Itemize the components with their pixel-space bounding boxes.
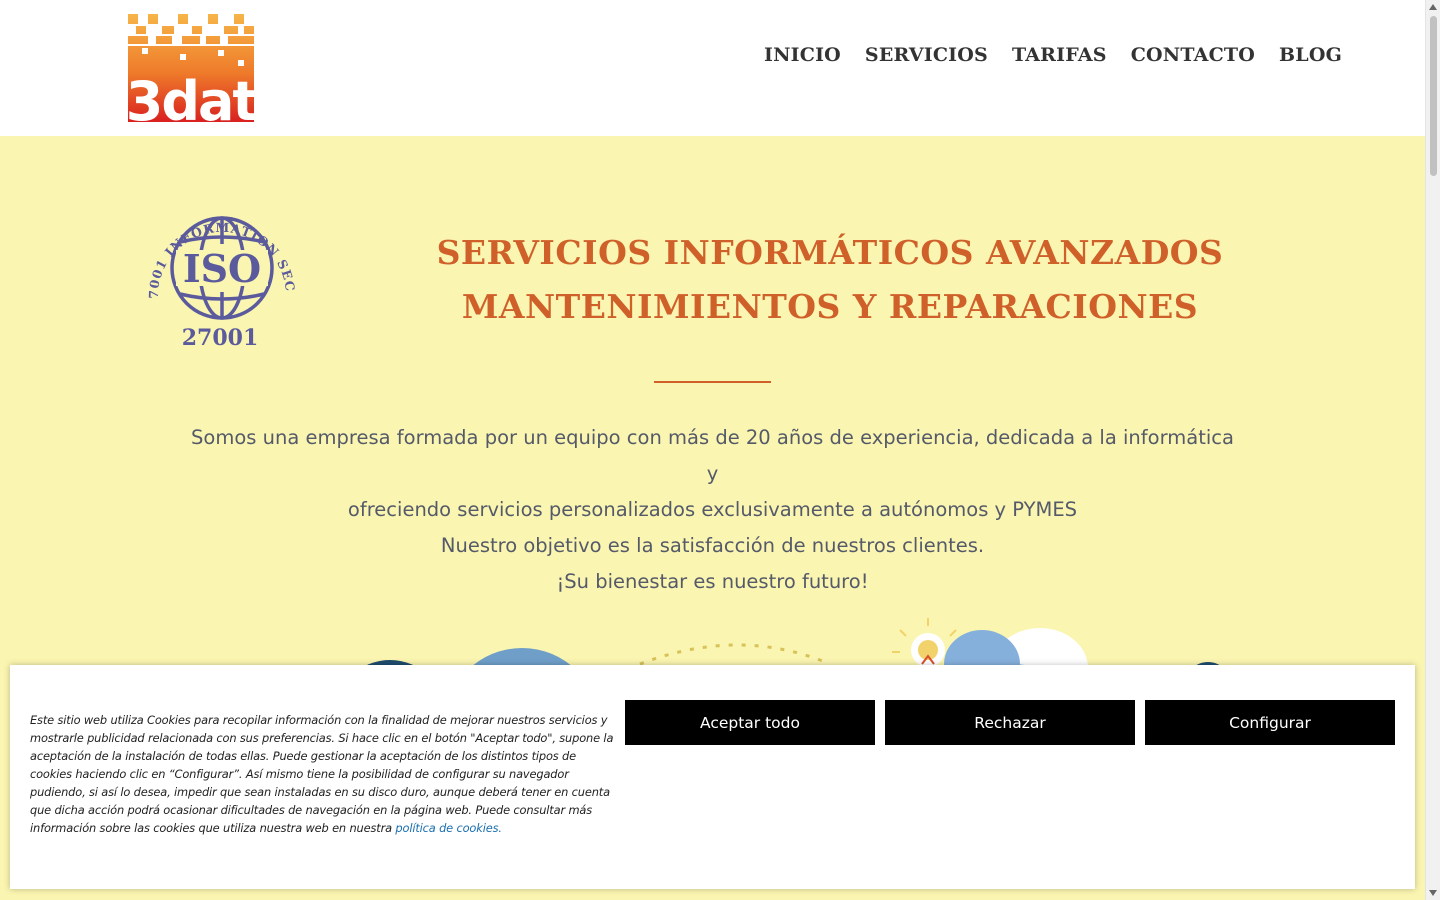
headline-divider <box>654 381 771 383</box>
headline-line-1: SERVICIOS INFORMÁTICOS AVANZADOS <box>436 233 1224 272</box>
configure-button[interactable]: Configurar <box>1145 700 1395 745</box>
iso-center-text: ISO <box>183 246 261 291</box>
accept-all-button[interactable]: Aceptar todo <box>625 700 875 745</box>
scroll-up-arrow-icon[interactable] <box>1429 4 1437 10</box>
cookie-notice-body: Este sitio web utiliza Cookies para reco… <box>30 713 614 835</box>
nav-tarifas[interactable]: TARIFAS <box>1012 44 1107 66</box>
scroll-down-arrow-icon[interactable] <box>1429 890 1437 896</box>
dotted-arc <box>639 643 831 666</box>
site-header: 3dat INICIO SERVICIOS TARIFAS CONTACTO B… <box>0 0 1425 136</box>
intro-paragraph: Somos una empresa formada por un equipo … <box>190 420 1235 600</box>
cookie-banner: Este sitio web utiliza Cookies para reco… <box>10 665 1415 889</box>
iso-27001-badge: ISO 27001 INFORMATION SECURITY ISO 27001 <box>146 192 297 351</box>
nav-contacto[interactable]: CONTACTO <box>1131 44 1255 66</box>
intro-line: ofreciendo servicios personalizados excl… <box>347 498 1078 521</box>
intro-line: ¡Su bienestar es nuestro futuro! <box>556 570 869 593</box>
page-title: SERVICIOS INFORMÁTICOS AVANZADOS MANTENI… <box>430 226 1230 334</box>
logo-text: 3dat <box>128 70 254 122</box>
iso-number: 27001 <box>182 325 259 351</box>
logo-3dat[interactable]: 3dat <box>128 14 254 122</box>
headline-line-2: MANTENIMIENTOS Y REPARACIONES <box>461 287 1199 326</box>
scrollbar-thumb[interactable] <box>1430 16 1437 176</box>
scrollbar[interactable] <box>1425 0 1440 900</box>
reject-button[interactable]: Rechazar <box>885 700 1135 745</box>
main-nav: INICIO SERVICIOS TARIFAS CONTACTO BLOG <box>764 44 1342 66</box>
intro-line: Nuestro objetivo es la satisfacción de n… <box>440 534 985 557</box>
cookie-policy-link[interactable]: política de cookies. <box>395 821 502 835</box>
nav-blog[interactable]: BLOG <box>1279 44 1342 66</box>
nav-inicio[interactable]: INICIO <box>764 44 841 66</box>
nav-servicios[interactable]: SERVICIOS <box>865 44 988 66</box>
intro-line: Somos una empresa formada por un equipo … <box>191 426 1234 485</box>
cookie-notice-text: Este sitio web utiliza Cookies para reco… <box>30 711 615 837</box>
